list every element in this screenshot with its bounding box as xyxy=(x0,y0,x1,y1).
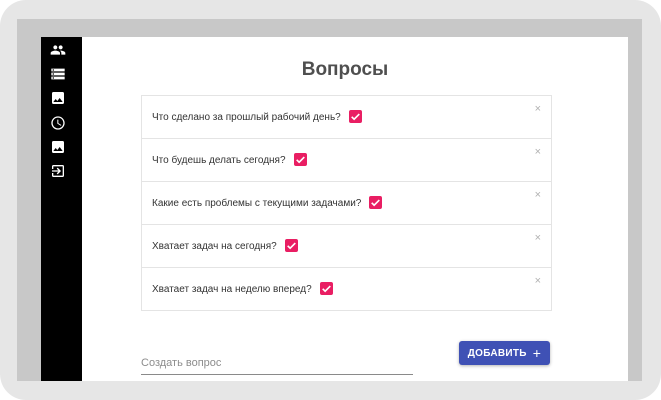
question-row: Какие есть проблемы с текущими задачами?… xyxy=(142,182,551,225)
question-checkbox[interactable] xyxy=(369,196,383,209)
sidebar xyxy=(41,37,82,381)
app-window: Вопросы Что сделано за прошлый рабочий д… xyxy=(17,19,642,381)
question-row: Хватает задач на сегодня? × xyxy=(142,225,551,268)
storage-icon[interactable] xyxy=(50,66,66,82)
check-icon xyxy=(295,156,305,164)
new-question-input[interactable] xyxy=(141,357,413,369)
remove-question-button[interactable]: × xyxy=(535,104,541,115)
question-list: Что сделано за прошлый рабочий день? × Ч… xyxy=(141,95,552,311)
question-checkbox[interactable] xyxy=(348,110,362,123)
question-text: Хватает задач на неделю вперед? xyxy=(152,284,312,296)
question-checkbox[interactable] xyxy=(284,239,298,252)
check-icon xyxy=(371,199,381,207)
check-icon xyxy=(350,113,360,121)
exit-icon[interactable] xyxy=(50,163,66,179)
question-row: Что будешь делать сегодня? × xyxy=(142,139,551,182)
question-checkbox[interactable] xyxy=(293,153,307,166)
question-text: Какие есть проблемы с текущими задачами? xyxy=(152,198,362,210)
remove-question-button[interactable]: × xyxy=(535,276,541,287)
people-icon[interactable] xyxy=(50,42,66,58)
page-title: Вопросы xyxy=(301,59,389,80)
check-icon xyxy=(321,285,331,293)
main-content: Вопросы Что сделано за прошлый рабочий д… xyxy=(82,37,628,381)
add-question-button[interactable]: ДОБАВИТЬ + xyxy=(459,341,550,365)
plus-icon: + xyxy=(532,345,542,361)
remove-question-button[interactable]: × xyxy=(535,233,541,244)
check-icon xyxy=(286,242,296,250)
add-button-label: ДОБАВИТЬ xyxy=(467,347,527,359)
remove-question-button[interactable]: × xyxy=(535,147,541,158)
new-question-field xyxy=(141,353,413,375)
clock-icon[interactable] xyxy=(50,115,66,131)
question-text: Хватает задач на сегодня? xyxy=(152,241,277,253)
image-icon[interactable] xyxy=(50,90,66,106)
question-checkbox[interactable] xyxy=(319,282,333,295)
question-row: Хватает задач на неделю вперед? × xyxy=(142,268,551,311)
remove-question-button[interactable]: × xyxy=(535,190,541,201)
question-row: Что сделано за прошлый рабочий день? × xyxy=(142,96,551,139)
image-icon[interactable] xyxy=(50,139,66,155)
question-text: Что будешь делать сегодня? xyxy=(152,155,286,167)
device-frame: Вопросы Что сделано за прошлый рабочий д… xyxy=(0,0,661,400)
question-text: Что сделано за прошлый рабочий день? xyxy=(152,112,341,124)
